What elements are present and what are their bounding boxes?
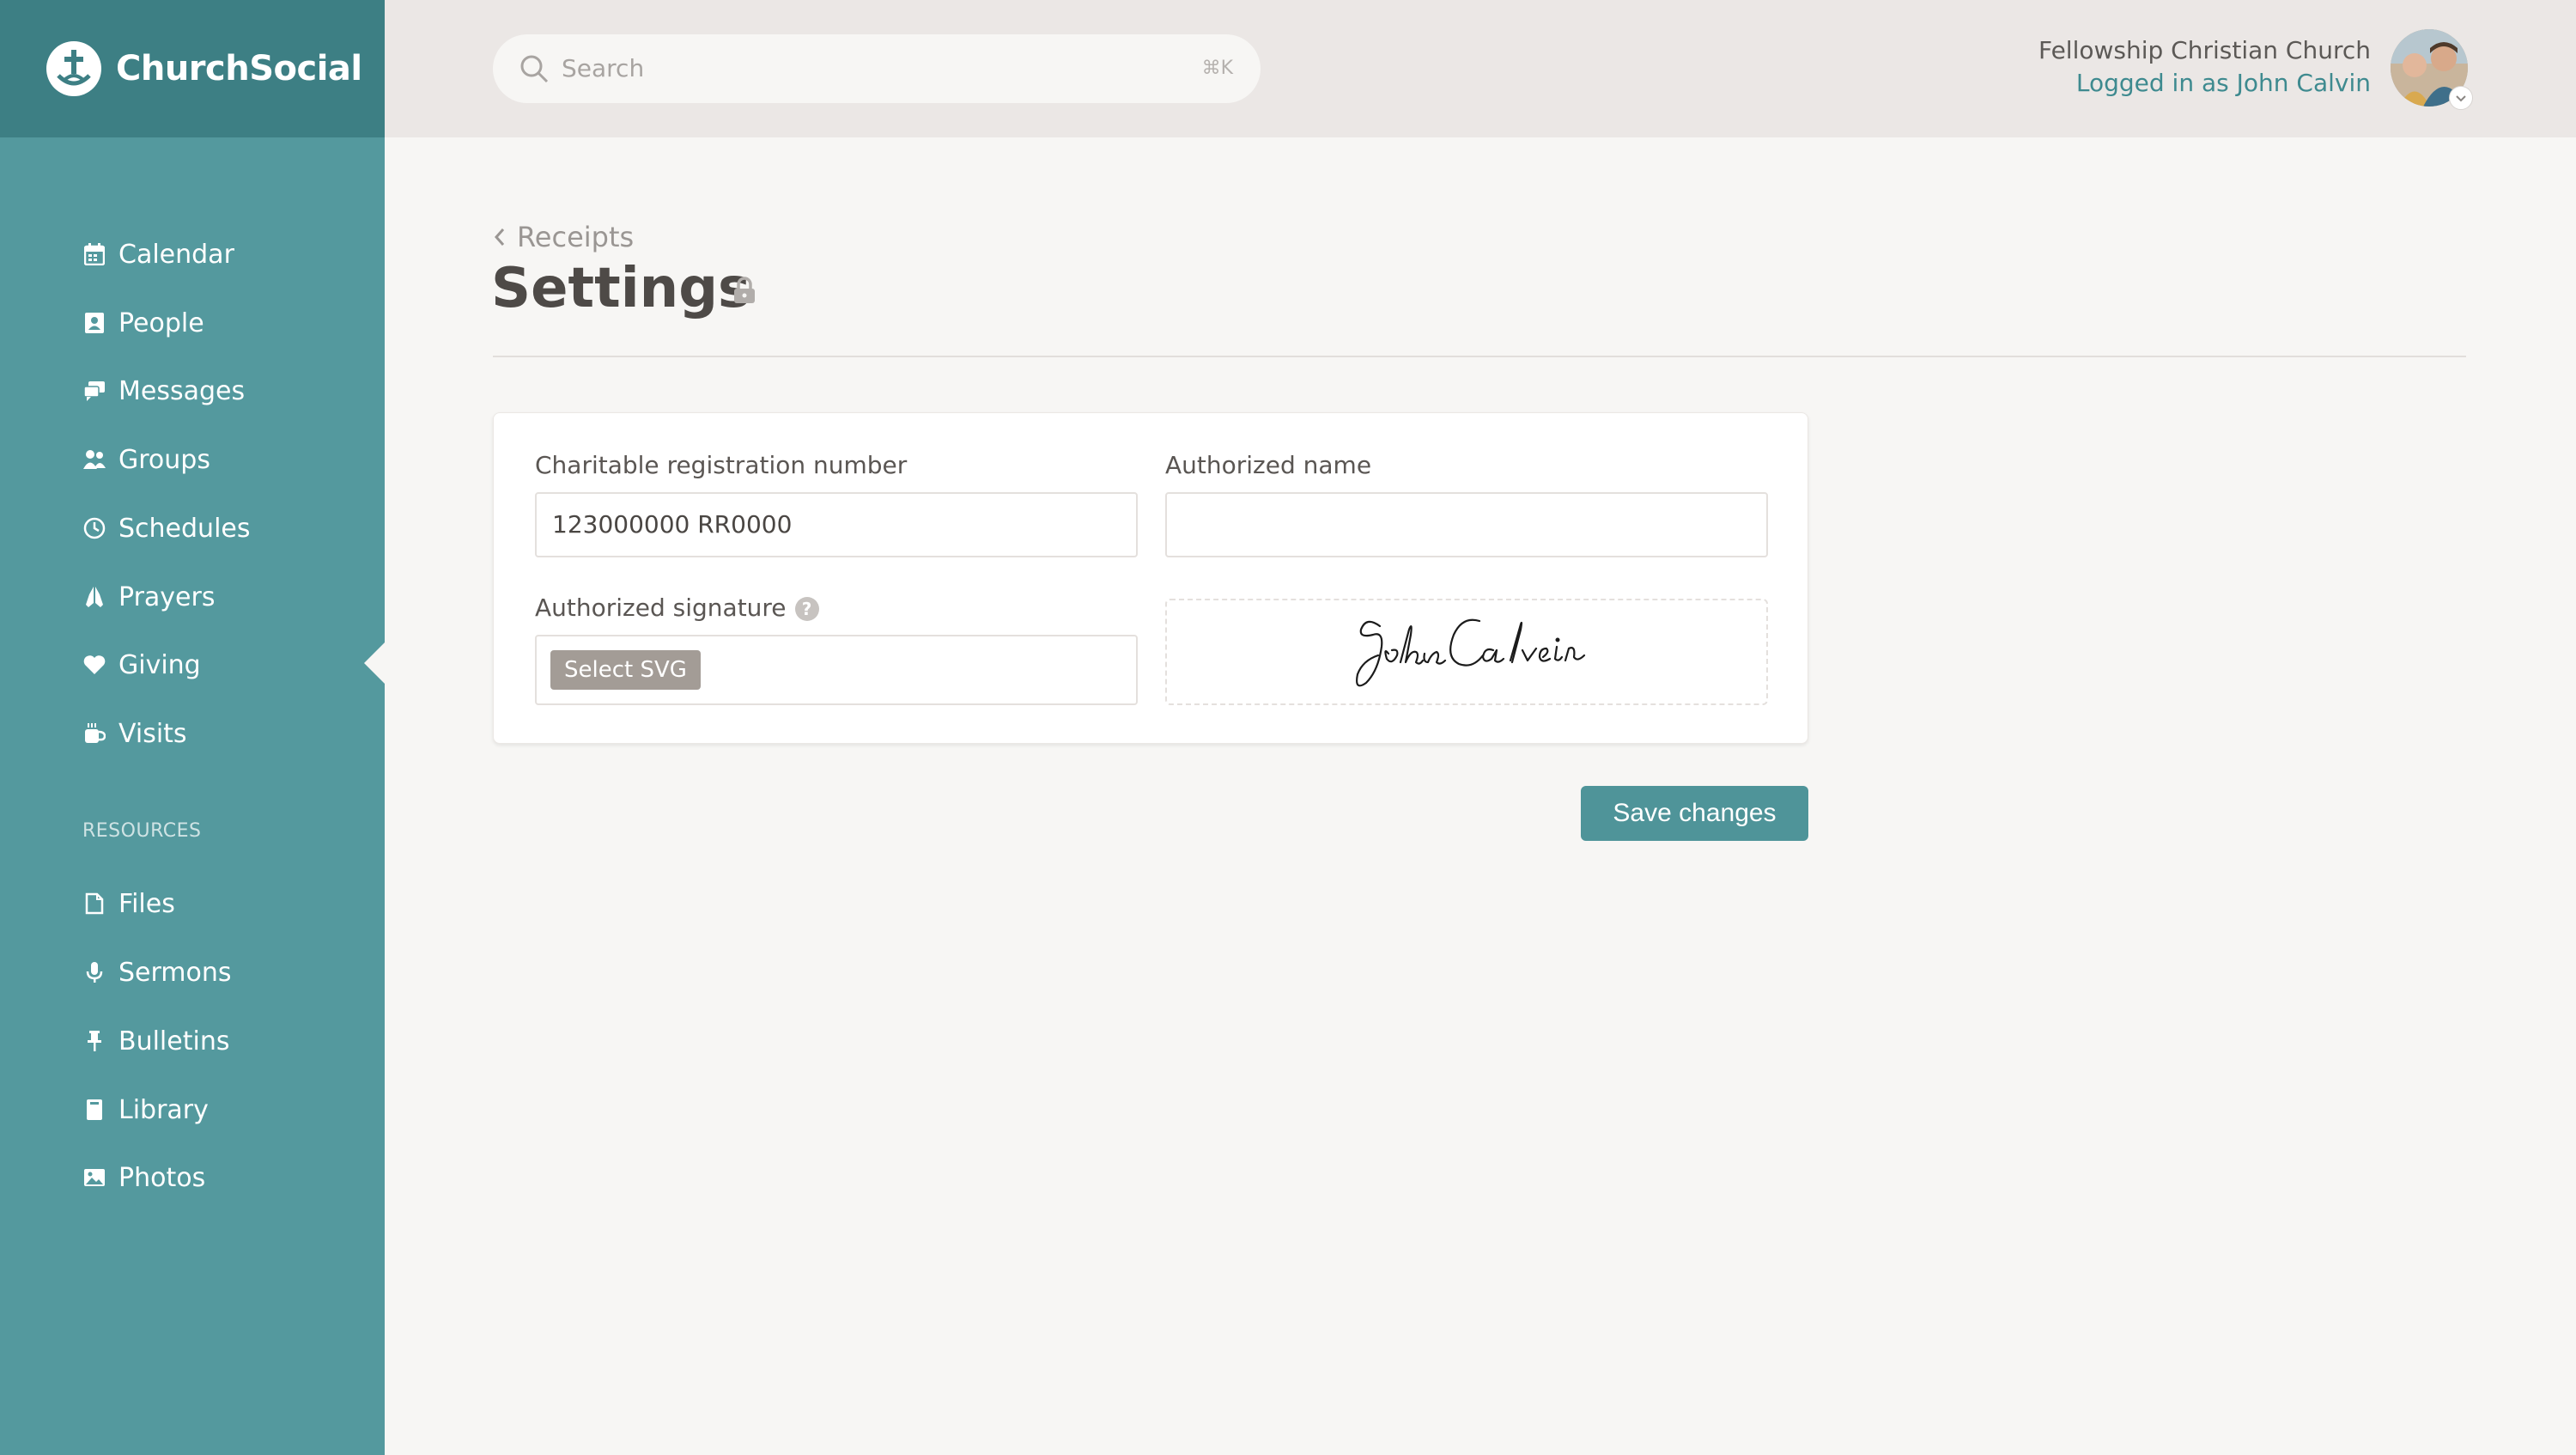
sidebar-item-sermons[interactable]: Sermons <box>82 948 232 996</box>
sidebar-item-giving[interactable]: Giving <box>82 641 201 689</box>
users-icon <box>82 447 106 472</box>
chat-bubbles-icon <box>82 378 106 404</box>
settings-card: Charitable registration number 123000000… <box>493 412 1808 744</box>
resources-heading: RESOURCES <box>82 820 202 842</box>
sidebar-item-files[interactable]: Files <box>82 880 175 928</box>
sidebar-item-label: Photos <box>118 1162 206 1193</box>
organization-name: Fellowship Christian Church <box>2038 36 2371 64</box>
heart-icon <box>82 652 106 678</box>
signature-label-row: Authorized signature? <box>535 594 819 622</box>
sidebar-item-label: People <box>118 307 204 338</box>
sidebar-item-label: Prayers <box>118 581 216 612</box>
signature-preview <box>1165 599 1768 705</box>
pushpin-icon <box>82 1028 106 1054</box>
chevron-down-icon[interactable] <box>2449 86 2473 110</box>
help-icon[interactable]: ? <box>794 597 819 621</box>
sidebar-item-bulletins[interactable]: Bulletins <box>82 1017 229 1065</box>
sidebar-item-label: Visits <box>118 718 187 749</box>
sidebar-item-label: Calendar <box>118 239 234 270</box>
praying-hands-icon <box>82 584 106 610</box>
logo-bar: ChurchSocial <box>0 0 385 137</box>
sidebar-item-label: Files <box>118 888 175 919</box>
title-divider <box>493 356 2466 357</box>
search-input[interactable]: Search ⌘K <box>493 34 1261 103</box>
file-icon <box>82 891 106 916</box>
church-logo-icon[interactable] <box>46 41 101 96</box>
sidebar-item-prayers[interactable]: Prayers <box>82 573 215 621</box>
logged-in-link[interactable]: Logged in as John Calvin <box>2076 69 2371 97</box>
sidebar-item-visits[interactable]: Visits <box>82 709 187 758</box>
select-svg-button[interactable]: Select SVG <box>550 650 701 690</box>
breadcrumb[interactable]: Receipts <box>493 218 634 256</box>
coffee-cup-icon <box>82 721 106 746</box>
sidebar-item-label: Giving <box>118 649 201 680</box>
registration-number-field[interactable]: 123000000 RR0000 <box>535 492 1138 557</box>
page-title: Settings <box>491 257 751 320</box>
clock-icon <box>82 515 106 541</box>
signature-image <box>1356 618 1586 687</box>
lock-icon <box>732 277 757 307</box>
image-icon <box>82 1165 106 1190</box>
calendar-icon <box>82 241 106 267</box>
active-indicator <box>364 642 385 684</box>
authorized-name-field[interactable] <box>1165 492 1768 557</box>
book-icon <box>82 1097 106 1123</box>
sidebar-item-schedules[interactable]: Schedules <box>82 504 251 552</box>
microphone-icon <box>82 959 106 985</box>
save-button[interactable]: Save changes <box>1581 786 1808 841</box>
sidebar-item-label: Messages <box>118 375 246 406</box>
sidebar-item-label: Library <box>118 1094 209 1125</box>
app-name[interactable]: ChurchSocial <box>116 45 362 93</box>
sidebar-item-groups[interactable]: Groups <box>82 435 210 484</box>
search-shortcut: ⌘K <box>1201 58 1233 79</box>
search-placeholder: Search <box>562 54 645 82</box>
signature-label: Authorized signature <box>535 594 787 622</box>
sidebar-item-library[interactable]: Library <box>82 1086 209 1134</box>
sidebar-item-label: Sermons <box>118 957 232 988</box>
sidebar-item-label: Bulletins <box>118 1026 230 1056</box>
authorized-name-label: Authorized name <box>1165 451 1372 479</box>
sidebar: ChurchSocial Calendar People Messages Gr… <box>0 0 385 1455</box>
sidebar-item-calendar[interactable]: Calendar <box>82 230 234 278</box>
signature-file-input: Select SVG <box>535 635 1138 705</box>
registration-label: Charitable registration number <box>535 451 908 479</box>
sidebar-item-label: Schedules <box>118 513 251 544</box>
contact-card-icon <box>82 310 106 336</box>
search-icon <box>519 53 550 88</box>
sidebar-item-photos[interactable]: Photos <box>82 1154 205 1202</box>
breadcrumb-link[interactable]: Receipts <box>517 221 634 253</box>
chevron-left-icon <box>493 226 507 248</box>
sidebar-item-label: Groups <box>118 444 210 475</box>
sidebar-item-people[interactable]: People <box>82 299 204 347</box>
sidebar-item-messages[interactable]: Messages <box>82 367 245 415</box>
